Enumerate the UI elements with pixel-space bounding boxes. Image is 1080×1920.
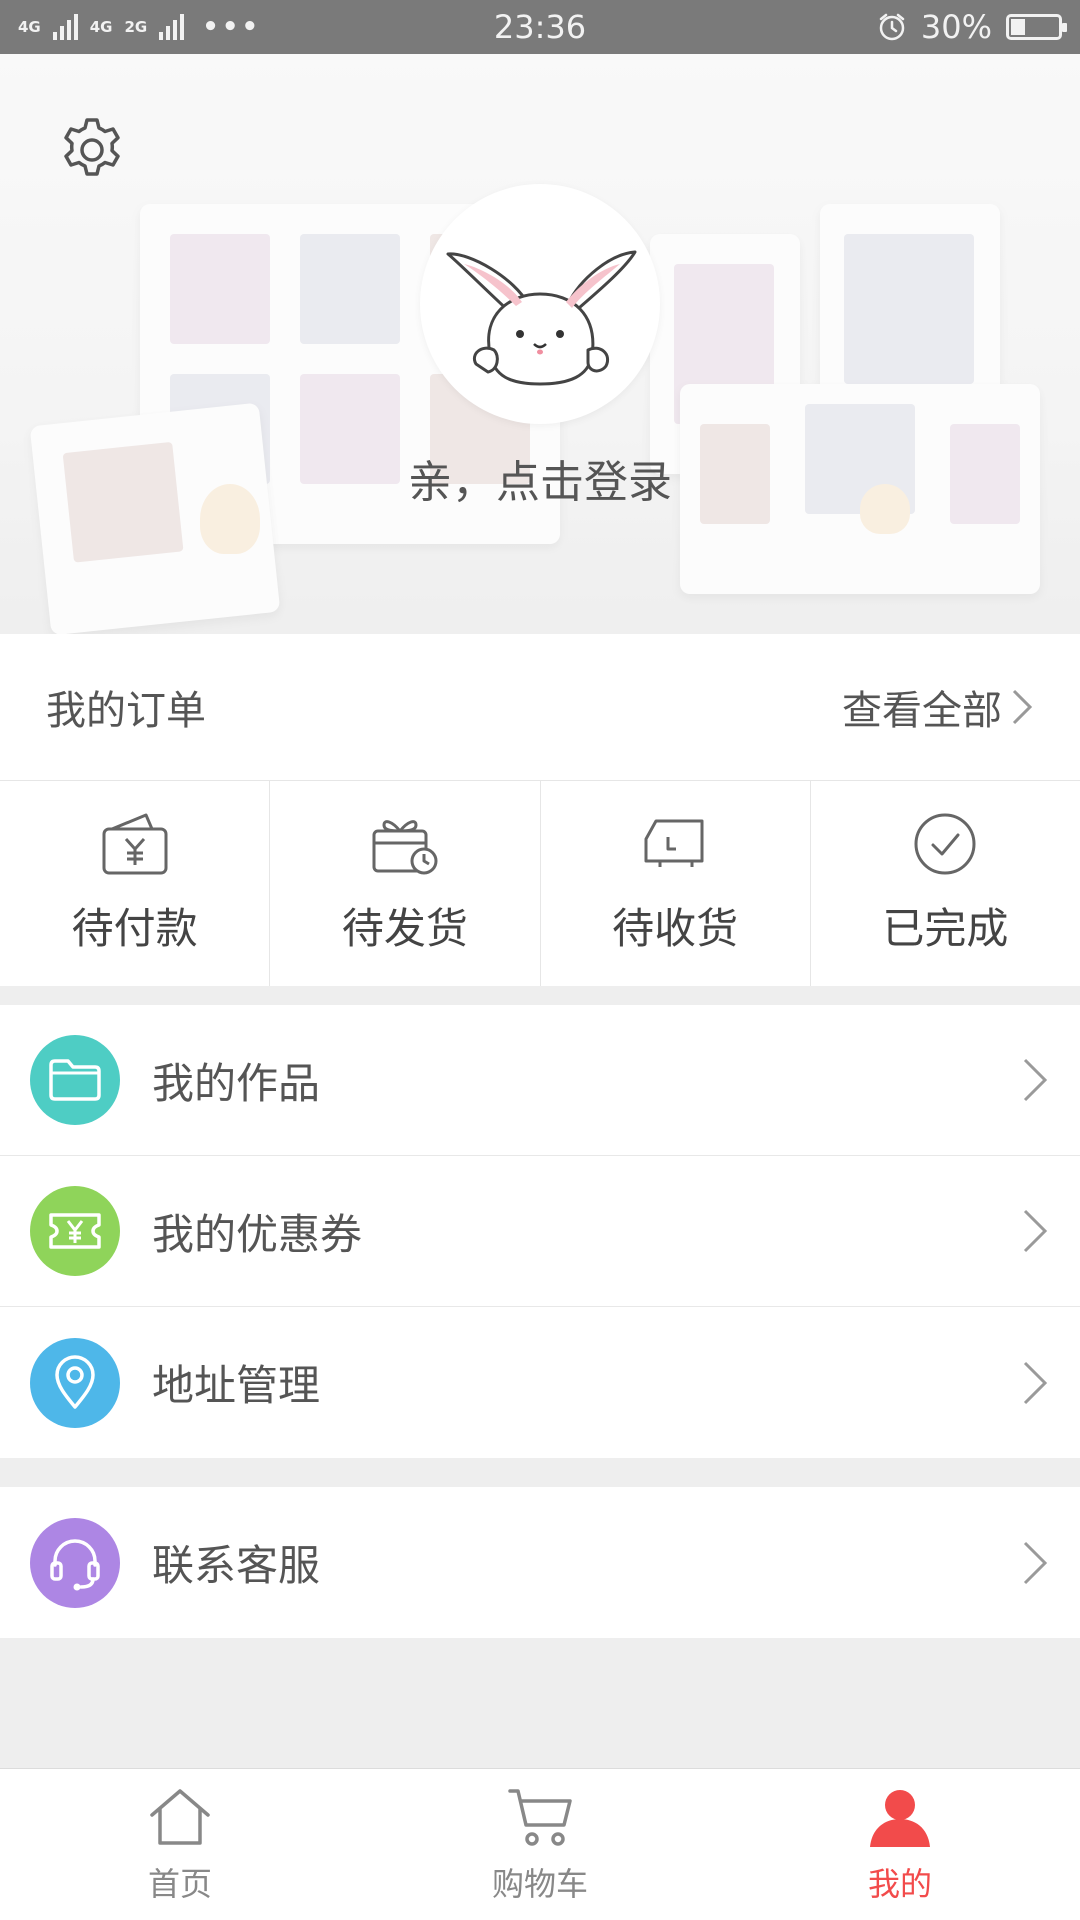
wallet-yen-icon [102, 813, 168, 875]
menu-item-label: 地址管理 [152, 1361, 321, 1410]
folder-icon [49, 1059, 101, 1101]
avatar[interactable] [420, 184, 660, 424]
chevron-right-icon [1023, 1361, 1048, 1404]
headset-icon-badge [30, 1517, 120, 1608]
status-bar: 4G 4G 2G ••• 23:36 30% [0, 0, 1080, 54]
home-icon [150, 1788, 210, 1845]
menu-list: 我的作品 我的优惠券 地址管理 [0, 1005, 1080, 1458]
profile-header[interactable]: 亲，点击登录 [0, 54, 1080, 634]
order-completed[interactable]: 已完成 [811, 781, 1080, 986]
order-pending-payment[interactable]: 待付款 [0, 781, 271, 986]
order-status-grid: 待付款 待发货 待收货 已完成 [0, 780, 1080, 986]
chevron-right-icon [1012, 689, 1033, 725]
location-icon-badge [30, 1337, 120, 1428]
network-type-2: 4G [89, 18, 113, 36]
battery-fill [1011, 19, 1025, 35]
order-label: 待发货 [341, 904, 468, 953]
folder-icon-badge [30, 1035, 120, 1125]
menu-item-label: 联系客服 [152, 1541, 321, 1590]
coupon-icon [49, 1213, 101, 1249]
headset-icon [50, 1538, 100, 1590]
signal-icon [52, 14, 78, 40]
tab-cart[interactable]: 购物车 [360, 1769, 720, 1920]
view-all-label: 查看全部 [842, 688, 1002, 734]
orders-title: 我的订单 [46, 688, 206, 734]
signal-indicators: 4G 4G 2G ••• [18, 12, 261, 42]
tab-label: 购物车 [491, 1864, 588, 1903]
order-pending-shipment[interactable]: 待发货 [270, 781, 541, 986]
menu-item-label: 我的优惠券 [152, 1209, 363, 1259]
tab-home[interactable]: 首页 [0, 1769, 360, 1920]
order-label: 待付款 [71, 904, 198, 953]
coupon-icon-badge [30, 1186, 120, 1276]
gift-clock-icon [372, 820, 438, 875]
order-label: 已完成 [882, 904, 1009, 953]
truck-icon [644, 819, 704, 867]
alarm-icon [879, 13, 905, 41]
menu-item-customer-service[interactable]: 联系客服 [0, 1487, 1080, 1638]
menu-item-label: 我的作品 [152, 1058, 321, 1108]
more-notifications-icon: ••• [202, 12, 262, 42]
order-label: 待收货 [612, 904, 739, 953]
location-icon [55, 1354, 95, 1409]
network-type-1: 4G [18, 18, 41, 36]
user-icon [870, 1789, 930, 1847]
battery-icon [1006, 14, 1067, 40]
network-type-3: 2G [124, 18, 148, 36]
menu-item-address[interactable]: 地址管理 [0, 1307, 1080, 1458]
login-prompt[interactable]: 亲，点击登录 [0, 446, 1080, 510]
menu-item-my-works[interactable]: 我的作品 [0, 1005, 1080, 1156]
tab-me[interactable]: 我的 [720, 1769, 1080, 1920]
chevron-right-icon [1023, 1541, 1048, 1584]
settings-gear-icon[interactable] [56, 114, 128, 186]
menu-item-my-coupons[interactable]: 我的优惠券 [0, 1156, 1080, 1307]
tab-label: 首页 [147, 1864, 212, 1903]
service-list: 联系客服 [0, 1487, 1080, 1638]
battery-percent: 30% [920, 8, 992, 46]
check-circle-icon [914, 813, 976, 875]
view-all-orders-link[interactable]: 查看全部 [842, 678, 1034, 736]
bottom-tab-bar: 首页 购物车 我的 [0, 1768, 1080, 1920]
chevron-right-icon [1023, 1058, 1048, 1102]
orders-header: 我的订单 查看全部 [0, 634, 1080, 780]
order-pending-receipt[interactable]: 待收货 [541, 781, 811, 986]
tab-label: 我的 [867, 1864, 932, 1903]
signal-icon-2 [159, 14, 185, 40]
chevron-right-icon [1023, 1209, 1048, 1253]
bunny-avatar-icon [446, 250, 637, 386]
cart-icon [508, 1788, 572, 1846]
